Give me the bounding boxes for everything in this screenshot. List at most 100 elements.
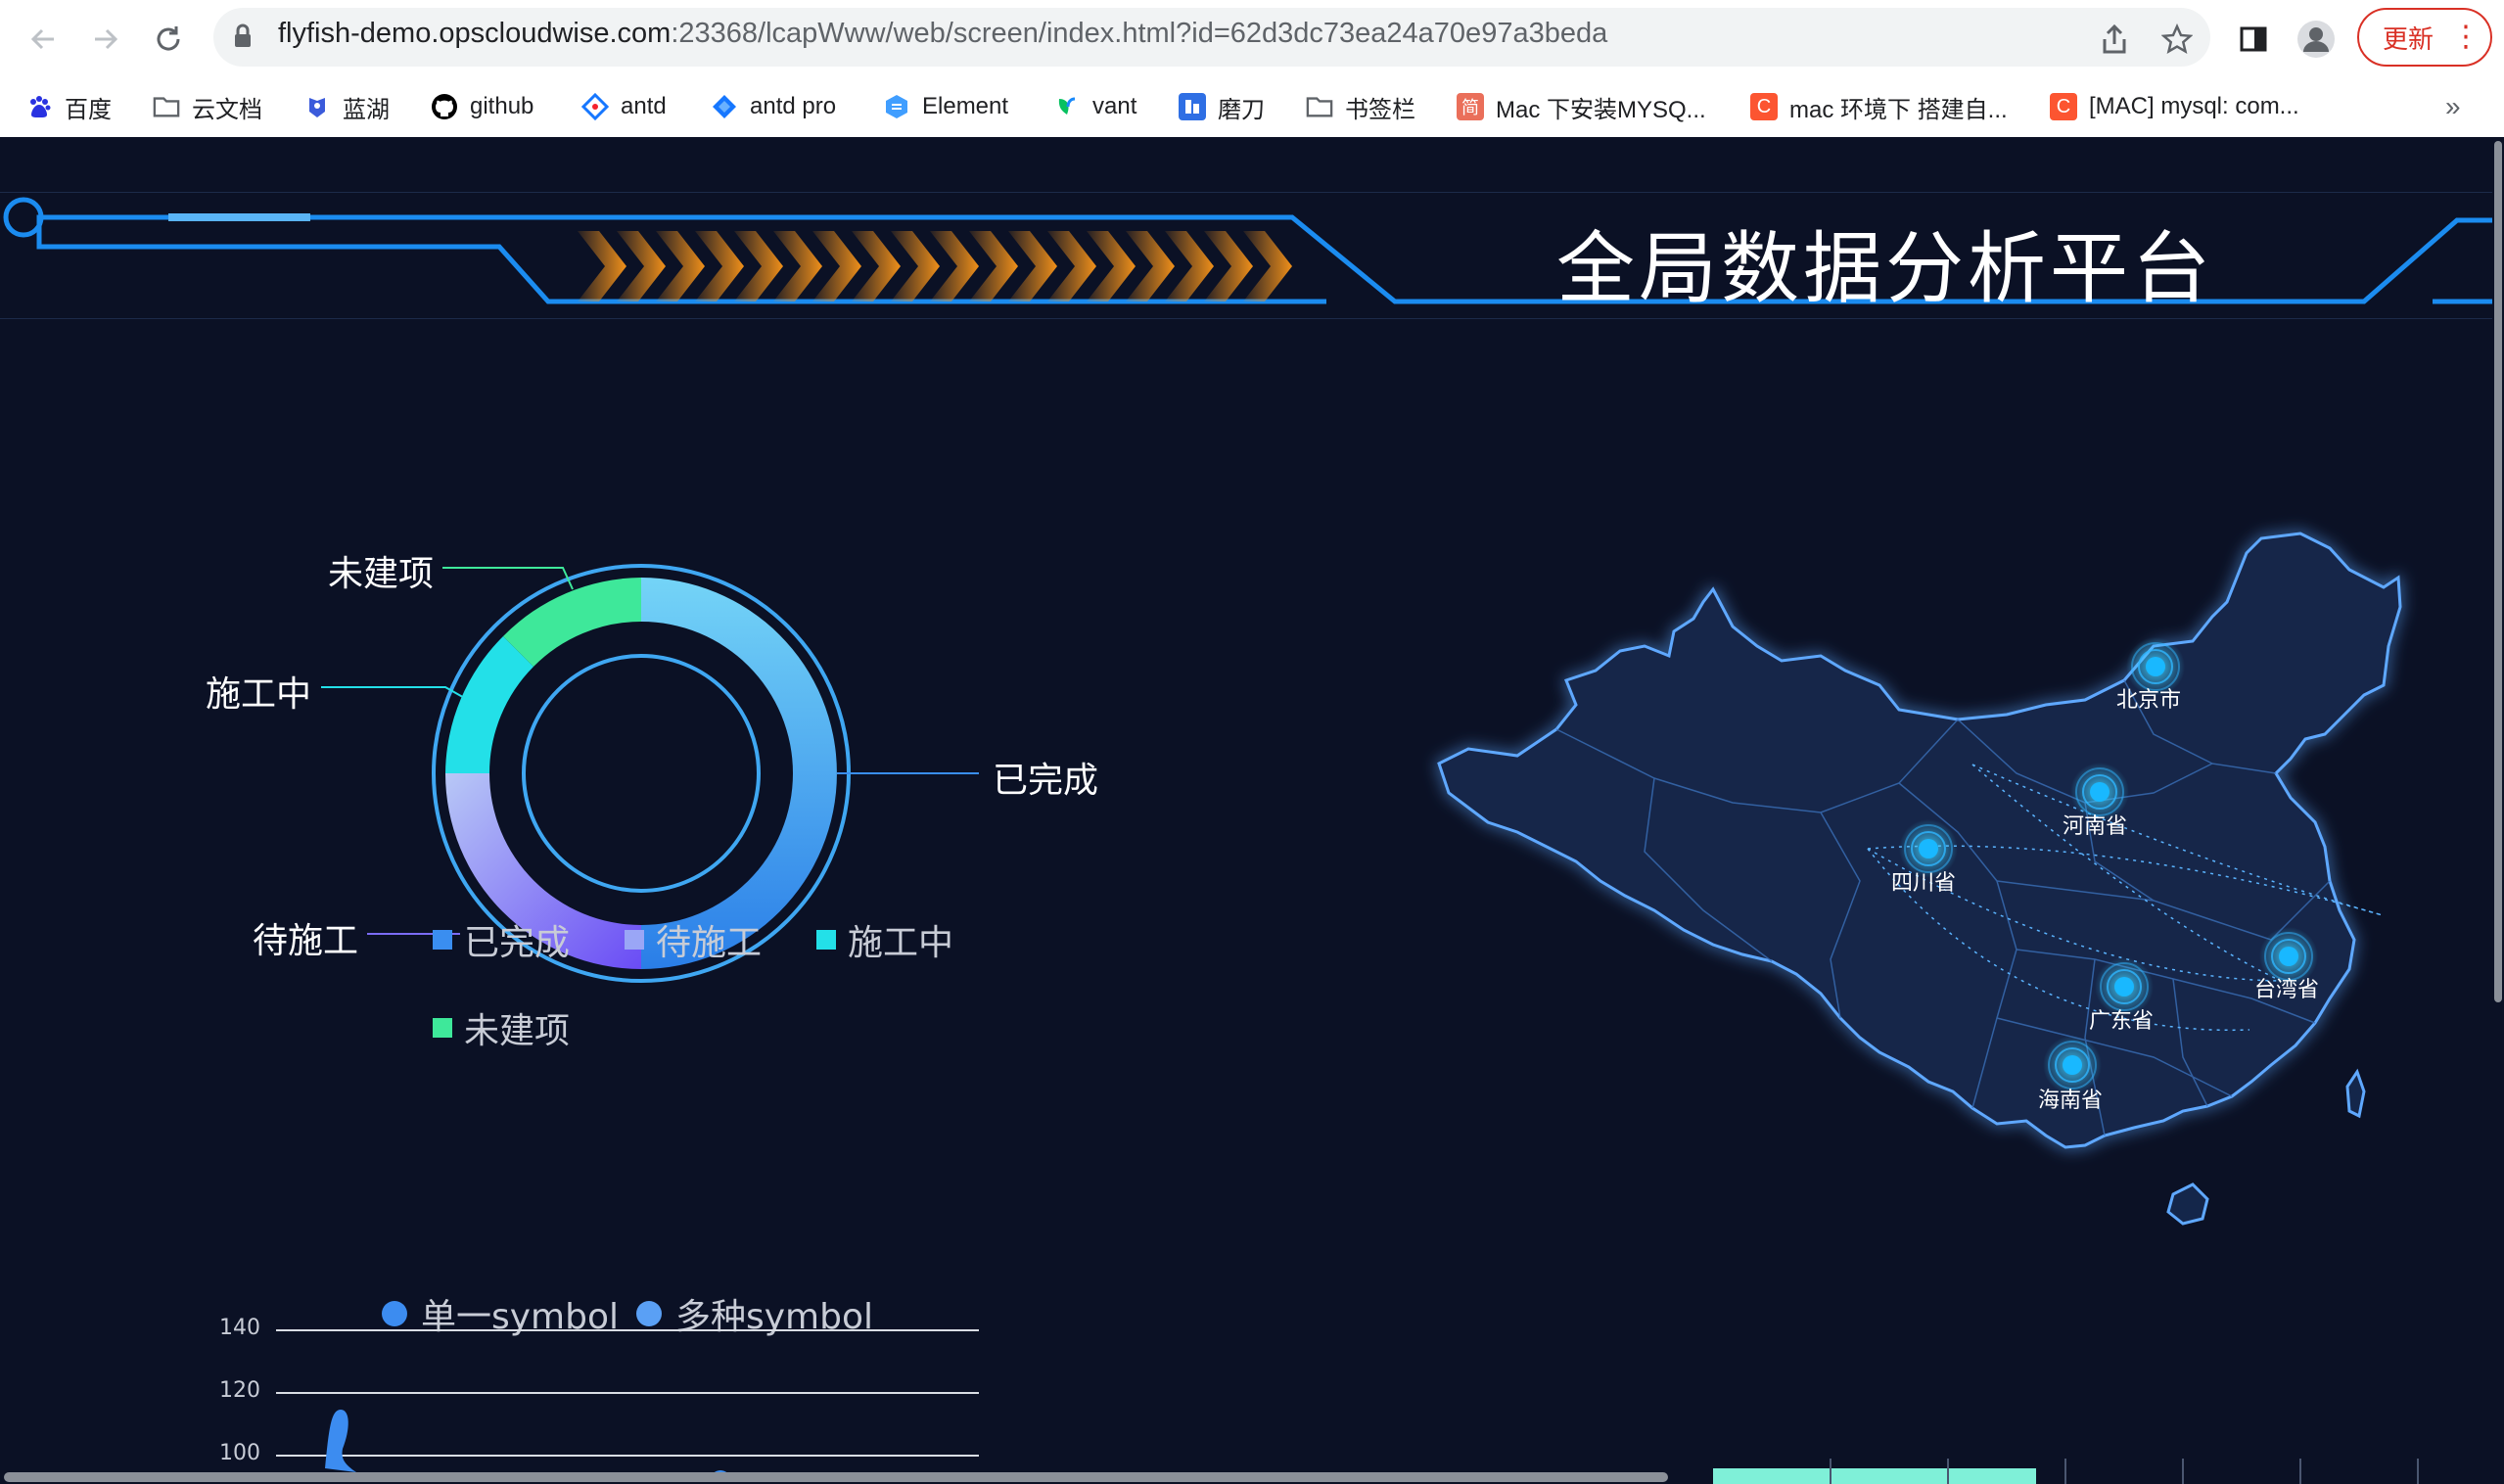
csdn-icon: C <box>1750 93 1778 120</box>
bookmark-label: Element <box>922 93 1009 119</box>
legend-dot <box>382 1301 407 1326</box>
legend-swatch <box>625 930 644 950</box>
github-icon <box>431 93 458 120</box>
url-host: flyfish-demo.opscloudwise.com <box>278 18 672 49</box>
bookmark-label: 蓝湖 <box>343 96 390 123</box>
back-arrow-icon[interactable] <box>22 18 65 61</box>
bookmark-antd[interactable]: antd <box>581 88 667 125</box>
legend-label: 多种symbol <box>675 1297 874 1337</box>
dashboard-title: 全局数据分析平台 <box>1556 223 2214 314</box>
bookmark-label: antd pro <box>750 93 837 119</box>
bookmark-label: [MAC] mysql: com... <box>2089 93 2299 119</box>
url-path: :23368/lcapWww/web/screen/index.html?id=… <box>671 18 1608 49</box>
bookmark-label: 百度 <box>65 96 112 123</box>
legend-completed[interactable]: 已完成 <box>433 914 570 965</box>
bookmark-label: vant <box>1092 93 1137 119</box>
bookmark-vant[interactable]: vant <box>1053 88 1136 125</box>
legend-label: 已完成 <box>464 923 571 963</box>
horizontal-scrollbar[interactable] <box>0 1470 1672 1484</box>
line-legend-series-1[interactable]: 单一symbol <box>382 1288 619 1339</box>
bookmark-mac-mysql[interactable]: 简 Mac 下安装MYSQ... <box>1457 88 1706 125</box>
legend-label: 单一symbol <box>421 1297 620 1337</box>
vertical-scrollbar-thumb[interactable] <box>2494 141 2502 1002</box>
lanhu-icon <box>303 93 331 120</box>
bar-partial <box>1713 1468 2036 1484</box>
donut-label-completed: 已完成 <box>993 761 1099 801</box>
line-legend-series-2[interactable]: 多种symbol <box>636 1288 873 1339</box>
element-icon <box>883 93 910 120</box>
donut-label-not-built: 未建项 <box>328 554 435 594</box>
y-tick-label: 140 <box>219 1316 260 1340</box>
bookmark-baidu[interactable]: 百度 <box>25 88 112 125</box>
update-button[interactable]: 更新 ⋮ <box>2357 8 2492 67</box>
vant-icon <box>1053 93 1081 120</box>
reload-icon[interactable] <box>147 18 190 61</box>
dashboard-screen: 全局数据分析平台 未建项 施工中 已完成 待施工 已完成 待施工 施工中 未建项… <box>0 137 2504 1484</box>
bookmark-label: Mac 下安装MYSQ... <box>1496 96 1706 123</box>
bookmark-label: github <box>470 93 534 119</box>
more-vert-icon: ⋮ <box>2451 20 2481 54</box>
folder-icon <box>153 93 180 120</box>
legend-pending[interactable]: 待施工 <box>625 914 762 965</box>
update-label: 更新 <box>2383 24 2434 55</box>
browser-toolbar: flyfish-demo.opscloudwise.com:23368/lcap… <box>0 0 2504 76</box>
legend-swatch <box>433 930 452 950</box>
csdn-icon: C <box>2050 93 2077 120</box>
forward-arrow-icon[interactable] <box>84 18 127 61</box>
bookmark-antd-pro[interactable]: antd pro <box>711 88 836 125</box>
bookmark-yunwendang[interactable]: 云文档 <box>153 88 262 125</box>
donut-label-in-progress: 施工中 <box>206 674 312 715</box>
city-label: 北京市 <box>2116 688 2182 713</box>
bookmark-shuqianlan[interactable]: 书签栏 <box>1306 88 1415 125</box>
horizontal-scrollbar-thumb[interactable] <box>4 1472 1668 1482</box>
legend-dot <box>636 1301 662 1326</box>
modao-icon <box>1179 93 1206 120</box>
hainan-outline <box>2166 1183 2209 1226</box>
profile-avatar-icon[interactable] <box>2295 18 2338 61</box>
side-panel-icon[interactable] <box>2232 18 2275 61</box>
donut-leader-lines <box>321 567 979 935</box>
jianshu-icon: 简 <box>1457 93 1484 120</box>
bottom-right-chart <box>1713 1459 2419 1484</box>
url-text[interactable]: flyfish-demo.opscloudwise.com:23368/lcap… <box>278 18 1607 50</box>
taiwan-outline <box>2345 1068 2366 1119</box>
vertical-scrollbar[interactable] <box>2492 137 2504 1484</box>
bookmark-modao[interactable]: 磨刀 <box>1179 88 1265 125</box>
bookmark-mac-env[interactable]: C mac 环境下 搭建自... <box>1750 88 2008 125</box>
y-grid-line <box>276 1329 979 1331</box>
antd-icon <box>581 93 609 120</box>
city-label: 台湾省 <box>2254 978 2320 1002</box>
star-icon[interactable] <box>2156 18 2199 61</box>
legend-label: 未建项 <box>464 1011 571 1051</box>
antd-pro-icon <box>711 93 738 120</box>
legend-in-progress[interactable]: 施工中 <box>816 914 953 965</box>
bookmarks-bar: 百度 云文档 蓝湖 github antd antd pro Element v… <box>0 76 2504 138</box>
bookmark-label: 磨刀 <box>1218 96 1265 123</box>
baidu-icon <box>25 93 53 120</box>
bookmark-label: mac 环境下 搭建自... <box>1789 96 2008 123</box>
bookmark-mac-mysql-com[interactable]: C [MAC] mysql: com... <box>2050 88 2299 125</box>
city-label: 四川省 <box>1891 871 1957 896</box>
line-chart-marks <box>325 1410 730 1478</box>
bookmark-github[interactable]: github <box>431 88 533 125</box>
donut-label-pending: 待施工 <box>253 921 359 961</box>
lock-icon[interactable] <box>233 23 253 49</box>
bookmark-label: 书签栏 <box>1345 96 1415 123</box>
share-icon[interactable] <box>2093 18 2136 61</box>
legend-not-built[interactable]: 未建项 <box>433 1002 570 1053</box>
bookmarks-overflow-button[interactable]: » <box>2445 88 2461 125</box>
bookmark-element[interactable]: Element <box>883 88 1008 125</box>
bookmark-lanhu[interactable]: 蓝湖 <box>303 88 390 125</box>
legend-label: 施工中 <box>848 923 954 963</box>
y-tick-label: 100 <box>219 1441 260 1465</box>
folder-icon <box>1306 93 1333 120</box>
city-label: 海南省 <box>2038 1089 2104 1113</box>
series-1-pin-marker[interactable] <box>325 1410 356 1472</box>
bookmark-label: 云文档 <box>192 96 262 123</box>
legend-swatch <box>816 930 836 950</box>
legend-label: 待施工 <box>656 923 763 963</box>
y-tick-label: 120 <box>219 1378 260 1403</box>
city-label: 河南省 <box>2063 814 2128 839</box>
bookmark-label: antd <box>621 93 667 119</box>
legend-swatch <box>433 1018 452 1038</box>
